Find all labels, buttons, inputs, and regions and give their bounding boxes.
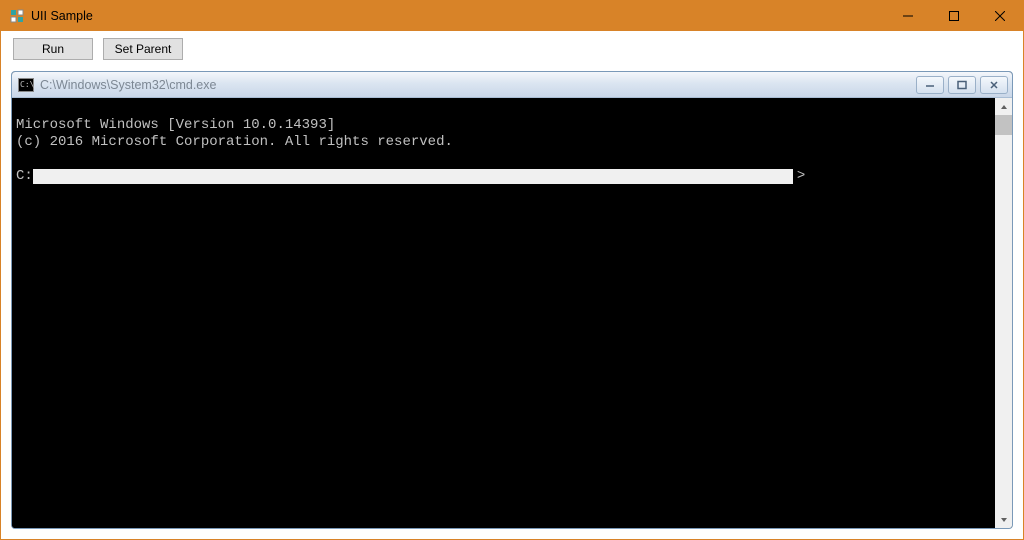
cmd-window: C:\ C:\Windows\System32\cmd.exe Microsof…	[11, 71, 1013, 529]
cmd-content[interactable]: Microsoft Windows [Version 10.0.14393] (…	[12, 98, 995, 528]
cmd-prompt-prefix: C:	[16, 168, 33, 185]
scroll-track[interactable]	[995, 115, 1012, 511]
app-icon	[9, 8, 25, 24]
scroll-up-button[interactable]	[995, 98, 1012, 115]
cmd-prompt-suffix: >	[797, 168, 805, 185]
cmd-minimize-button[interactable]	[916, 76, 944, 94]
cmd-text-selection[interactable]	[33, 169, 793, 184]
close-button[interactable]	[977, 1, 1023, 31]
set-parent-button[interactable]: Set Parent	[103, 38, 183, 60]
run-button[interactable]: Run	[13, 38, 93, 60]
cmd-body: Microsoft Windows [Version 10.0.14393] (…	[12, 98, 1012, 528]
toolbar: Run Set Parent	[1, 31, 1023, 67]
outer-titlebar[interactable]: UII Sample	[1, 1, 1023, 31]
cmd-titlebar[interactable]: C:\ C:\Windows\System32\cmd.exe	[12, 72, 1012, 98]
cmd-maximize-button[interactable]	[948, 76, 976, 94]
minimize-button[interactable]	[885, 1, 931, 31]
outer-window: UII Sample Run Set Parent C:\ C:\Windows…	[0, 0, 1024, 540]
cmd-output-line: (c) 2016 Microsoft Corporation. All righ…	[16, 134, 453, 150]
cmd-prompt-line[interactable]: C: >	[16, 168, 995, 185]
cmd-close-button[interactable]	[980, 76, 1008, 94]
cmd-title: C:\Windows\System32\cmd.exe	[40, 78, 216, 92]
maximize-button[interactable]	[931, 1, 977, 31]
cmd-scrollbar[interactable]	[995, 98, 1012, 528]
cmd-icon: C:\	[18, 78, 34, 92]
window-title: UII Sample	[31, 9, 93, 23]
cmd-output-line: Microsoft Windows [Version 10.0.14393]	[16, 117, 335, 133]
scroll-thumb[interactable]	[995, 115, 1012, 135]
scroll-down-button[interactable]	[995, 511, 1012, 528]
client-area: C:\ C:\Windows\System32\cmd.exe Microsof…	[1, 67, 1023, 539]
